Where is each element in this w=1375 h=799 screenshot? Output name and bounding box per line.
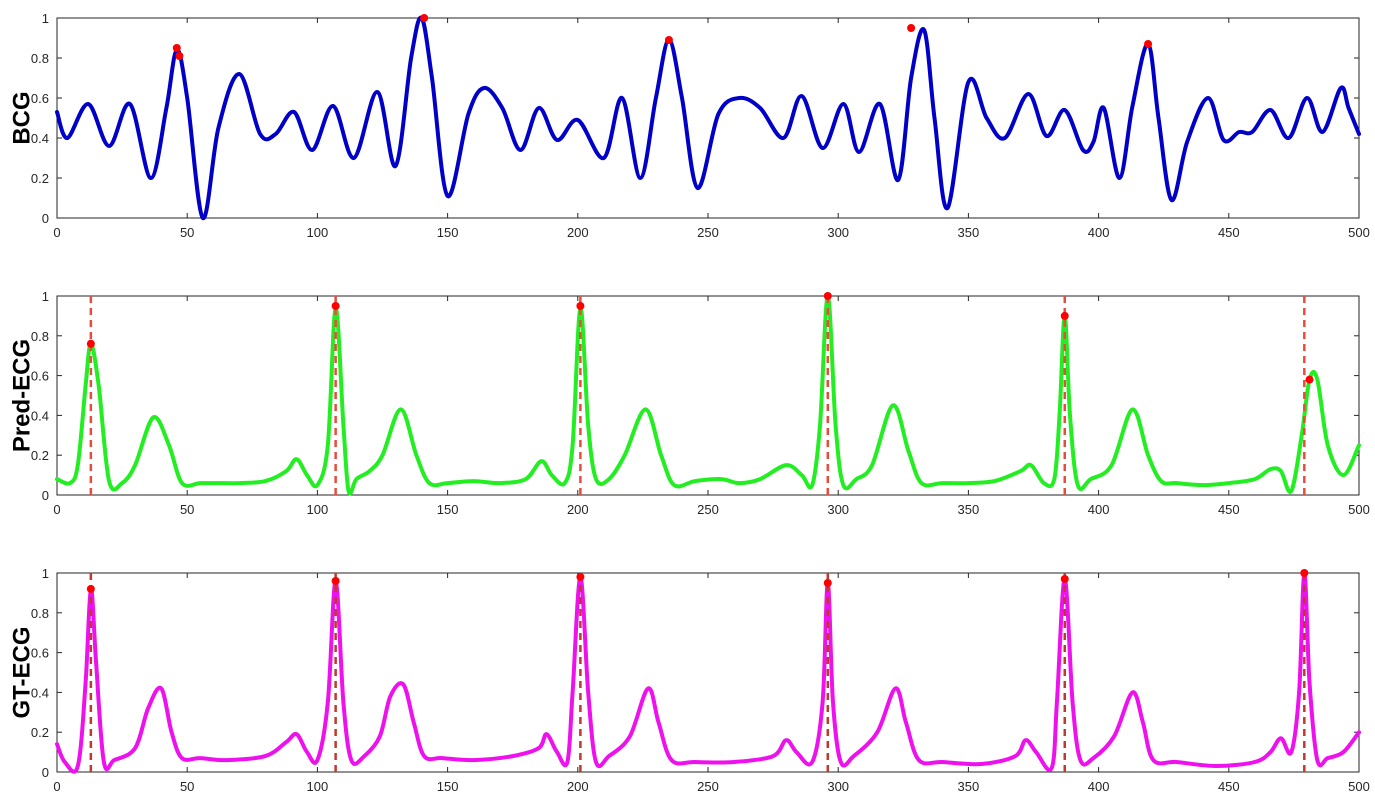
- gt-ecg-xtick-label: 250: [697, 779, 719, 794]
- gt-ecg-peak-marker: [1060, 574, 1069, 583]
- gt-ecg-xtick-label: 350: [958, 779, 980, 794]
- gt-ecg-xtick-label: 50: [180, 779, 194, 794]
- bcg-peak-marker: [664, 36, 673, 44]
- gt-ecg-peak-marker: [1300, 569, 1309, 577]
- pred-ecg-xtick-label: 400: [1088, 502, 1110, 517]
- bcg-xtick-label: 450: [1218, 225, 1240, 240]
- gt-ecg-ytick-label: 0: [42, 765, 49, 780]
- bcg-xtick-label: 50: [180, 225, 194, 240]
- gt-ecg-xtick-label: 450: [1218, 779, 1240, 794]
- bcg-panel: 0 50 100 150 200 250 300 350 400 450 50000.20.40.6…: [9, 11, 1370, 240]
- pred-ecg-peak-marker: [1060, 311, 1069, 320]
- pred-ecg-axes-box: [56, 295, 1360, 496]
- pred-ecg-peak-marker: [86, 339, 95, 348]
- gt-ecg-xtick-label: 300: [827, 779, 849, 794]
- gt-ecg-xtick-label: 150: [437, 779, 459, 794]
- pred-ecg-xtick-label: 350: [958, 502, 980, 517]
- gt-ecg-ylabel: GT-ECG: [9, 626, 36, 718]
- gt-ecg-ytick-label: 0.8: [31, 606, 49, 621]
- bcg-peak-marker: [907, 24, 916, 32]
- gt-ecg-panel: 0 50 100 150 200 250 300 350 400 450 50000.20.40.6…: [9, 566, 1370, 794]
- bcg-xtick-label: 100: [307, 225, 329, 240]
- gt-ecg-peak-marker: [576, 572, 585, 581]
- bcg-peak-marker: [1144, 40, 1153, 48]
- bcg-ytick-label: 0.8: [31, 51, 49, 66]
- gt-ecg-peak-marker: [331, 576, 340, 585]
- bcg-peak-marker: [172, 44, 181, 52]
- bcg-ytick-label: 0: [42, 211, 49, 226]
- pred-ecg-panel: 0 50 100 150 200 250 300 350 400 450 50000.20.40.6…: [9, 289, 1370, 517]
- bcg-ytick-label: 0.2: [31, 171, 49, 186]
- gt-ecg-ytick-label: 1: [42, 566, 49, 581]
- bcg-axes-box: [56, 17, 1360, 219]
- pred-ecg-peak-marker: [331, 301, 340, 310]
- pred-ecg-xtick-label: 250: [697, 502, 719, 517]
- pred-ecg-ylabel: Pred-ECG: [9, 339, 36, 452]
- gt-ecg-xtick-label: 100: [307, 779, 329, 794]
- bcg-xtick-label: 150: [437, 225, 459, 240]
- gt-ecg-peak-marker: [823, 578, 832, 587]
- gt-ecg-xtick-label: 500: [1348, 779, 1370, 794]
- bcg-xtick-label: 0: [53, 225, 60, 240]
- gt-ecg-xtick-label: 400: [1088, 779, 1110, 794]
- bcg-peak-marker: [175, 52, 184, 60]
- bcg-xtick-label: 300: [827, 225, 849, 240]
- pred-ecg-xtick-label: 150: [437, 502, 459, 517]
- pred-ecg-ytick-label: 0: [42, 488, 49, 503]
- pred-ecg-peak-marker: [1305, 375, 1314, 384]
- pred-ecg-xtick-label: 50: [180, 502, 194, 517]
- bcg-peak-marker: [420, 14, 429, 22]
- pred-ecg-peak-marker: [823, 292, 832, 300]
- bcg-xtick-label: 250: [697, 225, 719, 240]
- pred-ecg-xtick-label: 200: [567, 502, 589, 517]
- gt-ecg-axes-box: [56, 572, 1360, 773]
- pred-ecg-xtick-label: 450: [1218, 502, 1240, 517]
- bcg-xtick-label: 500: [1348, 225, 1370, 240]
- gt-ecg-xtick-label: 0: [53, 779, 60, 794]
- pred-ecg-xtick-label: 300: [827, 502, 849, 517]
- ecg-bcg-figure: 0 50 100 150 200 250 300 350 400 450 50000.20.40.6…: [9, 11, 1370, 794]
- bcg-xtick-label: 400: [1088, 225, 1110, 240]
- bcg-xtick-label: 200: [567, 225, 589, 240]
- bcg-ylabel: BCG: [9, 91, 36, 144]
- bcg-xtick-label: 350: [958, 225, 980, 240]
- pred-ecg-ytick-label: 1: [42, 289, 49, 304]
- gt-ecg-ytick-label: 0.2: [31, 725, 49, 740]
- pred-ecg-xtick-label: 100: [307, 502, 329, 517]
- gt-ecg-peak-marker: [86, 584, 95, 593]
- bcg-ytick-label: 1: [42, 11, 49, 26]
- pred-ecg-xtick-label: 0: [53, 502, 60, 517]
- pred-ecg-peak-marker: [576, 301, 585, 310]
- gt-ecg-xtick-label: 200: [567, 779, 589, 794]
- pred-ecg-xtick-label: 500: [1348, 502, 1370, 517]
